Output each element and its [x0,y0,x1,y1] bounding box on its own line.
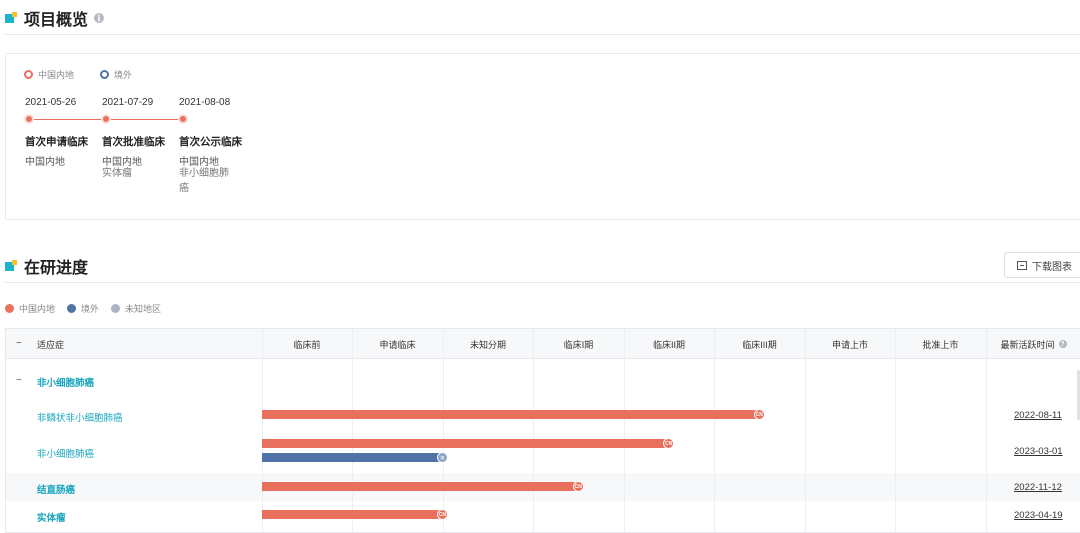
indication-row[interactable]: 非鳞状非小细胞肺癌 [37,410,123,424]
header-phase: 申请上市 [831,339,868,350]
header-phase: 申请临床 [379,339,416,350]
overview-title: 项目概览 [24,12,89,29]
timeline-stage: 首次申请临床 [25,136,88,148]
legend-item-unknown: 未知地区 [111,302,161,315]
overview-header: 项目概览 i [5,6,105,30]
help-icon[interactable]: ? [1058,340,1067,348]
column-divider [352,329,353,532]
timeline-indication: 非小细胞肺癌 [179,168,229,194]
progress-bar-mainland[interactable] [262,510,443,519]
header-indication: 适应症 [37,339,65,350]
divider [5,34,1080,35]
divider [5,282,1080,283]
progress-bar-mainland[interactable] [262,410,760,419]
progress-table: − 适应症 临床前 申请临床 未知分期 临床I期 临床II期 临床III期 申请… [5,328,1080,533]
latest-date-link[interactable]: 2023-04-19 [1014,510,1063,521]
legend-label: 中国内地 [38,70,75,80]
column-divider [805,329,806,532]
progress-bar-mainland[interactable] [262,439,670,448]
column-divider [624,329,625,532]
progress-bar-mainland[interactable] [262,482,579,491]
timeline-node [101,114,111,124]
legend-item-overseas: 境外 [67,302,99,315]
legend-item-mainland: 中国内地 [24,68,74,81]
timeline-region: 中国内地 [25,157,65,168]
download-label: 下载图表 [1032,261,1072,273]
column-divider [714,329,715,532]
indication-row[interactable]: 结直肠癌 [37,482,75,496]
dot-icon [111,304,121,313]
column-divider [895,329,896,532]
header-phase: 未知分期 [469,339,506,350]
download-chart-button[interactable]: 下载图表 [1004,252,1080,278]
download-icon [1017,260,1027,270]
overview-card: 中国内地 境外 2021-05-26 2021-07-29 2021-08-08… [5,53,1080,220]
header-latest: 最新活跃时间 ? [986,329,1080,359]
latest-date-link[interactable]: 2022-08-11 [1014,410,1062,421]
header-phase: 批准上市 [922,339,959,350]
column-divider [262,329,263,532]
indication-row[interactable]: 非小细胞肺癌 [37,446,94,460]
cn-flag-icon: CN [663,438,675,449]
column-divider [986,329,987,532]
progress-title: 在研进度 [24,260,89,277]
column-divider [533,329,534,532]
header-phase: 临床III期 [742,339,777,350]
cn-flag-icon: CN [437,509,448,520]
dot-icon [67,304,77,313]
indication-group[interactable]: 非小细胞肺癌 [37,375,94,389]
dot-icon [5,304,14,313]
collapse-group-button[interactable]: − [16,375,22,386]
table-header: − 适应症 临床前 申请临床 未知分期 临床I期 临床II期 临床III期 申请… [6,329,1080,359]
legend-label: 未知地区 [125,304,162,314]
latest-date-link[interactable]: 2023-03-01 [1014,446,1063,457]
timeline-date: 2021-07-29 [102,97,154,108]
timeline-node [24,114,34,124]
timeline-stage: 首次公示临床 [179,136,242,148]
cn-flag-icon: CN [572,481,584,492]
header-phase: 临床前 [293,339,321,350]
column-divider [443,329,444,532]
legend-label: 境外 [114,70,133,80]
header-phase: 临床I期 [563,339,594,350]
legend-item-mainland: 中国内地 [5,302,55,315]
section-icon [5,260,17,272]
timeline-indication: 实体瘤 [102,168,132,179]
globe-icon: ◍ [437,452,448,463]
timeline-date: 2021-05-26 [25,97,77,108]
collapse-all-button[interactable]: − [16,338,22,349]
overview-legend: 中国内地 境外 [24,68,158,81]
progress-bar-overseas[interactable] [262,453,443,462]
section-icon [5,12,17,24]
legend-item-overseas: 境外 [100,68,132,81]
latest-date-link[interactable]: 2022-11-12 [1014,482,1062,493]
cn-flag-icon: CN [753,409,765,420]
timeline-date: 2021-08-08 [179,97,231,108]
legend-label: 中国内地 [19,304,56,314]
legend-label: 境外 [81,304,100,314]
indication-row[interactable]: 实体瘤 [37,510,66,524]
ring-icon [24,70,33,79]
header-phase: 临床II期 [652,339,685,350]
progress-legend: 中国内地 境外 未知地区 [5,302,173,315]
timeline-node [178,114,188,124]
progress-header: 在研进度 [5,254,88,278]
header-latest-label: 最新活跃时间 [1000,339,1055,350]
ring-icon [100,70,110,79]
info-icon[interactable]: i [94,13,105,23]
timeline-stage: 首次批准临床 [102,136,165,148]
